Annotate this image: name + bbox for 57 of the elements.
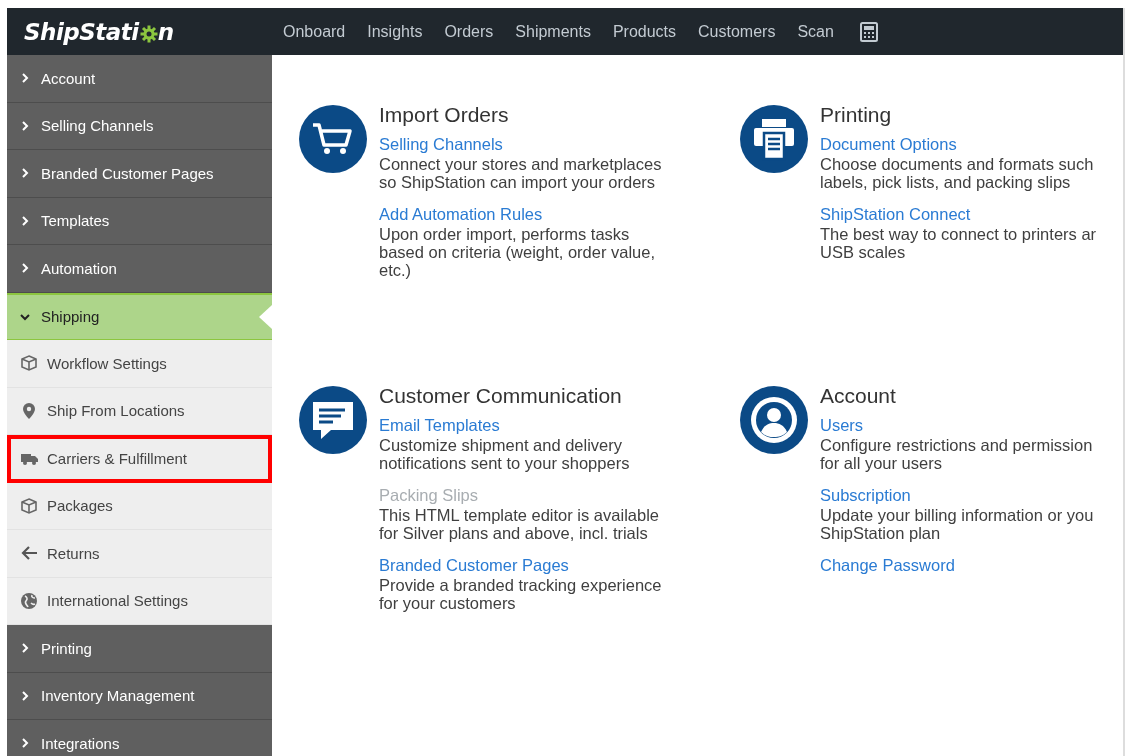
settings-link[interactable]: Document Options [820, 135, 957, 154]
section-title: Account [820, 384, 897, 408]
link-description: Upon order import, performs tasks based on criteria (weight, order value, etc.) [379, 225, 657, 279]
nav-link[interactable]: Insights [367, 22, 423, 41]
box-icon [21, 497, 37, 514]
chevron-right-icon [20, 215, 30, 226]
chevron-down-icon [20, 311, 30, 322]
nav-link[interactable]: Onboard [283, 22, 346, 41]
link-description: Customize shipment and delivery notifications sent to your shoppers [379, 436, 631, 472]
settings-link[interactable]: ShipStation Connect [820, 205, 971, 224]
nav-link[interactable]: Shipments [515, 22, 591, 41]
chevron-right-icon [20, 690, 30, 701]
sidebar-item[interactable]: Shipping [7, 292, 272, 340]
sidebar-subitem[interactable]: Returns [7, 530, 272, 578]
chevron-right-icon [20, 263, 30, 274]
printer-icon [740, 105, 808, 173]
chevron-right-icon [20, 738, 30, 749]
chevron-right-icon [20, 120, 30, 131]
link-description: Connect your stores and marketplaces so ShipStation can import your orders [379, 155, 662, 191]
sidebar-subitem[interactable]: Ship From Locations [7, 387, 272, 435]
box-icon [21, 355, 37, 372]
sidebar-subitem[interactable]: Carriers & Fulfillment [7, 435, 272, 483]
speech-bubble-icon [299, 386, 367, 454]
link-description: Provide a branded tracking experience for your customers [379, 576, 662, 612]
user-icon [740, 386, 808, 454]
section-title: Import Orders [379, 103, 510, 127]
sidebar-subitem[interactable]: International Settings [7, 577, 272, 625]
map-pin-icon [23, 402, 35, 419]
nav-link[interactable]: Scan [797, 22, 834, 41]
settings-link[interactable]: Branded Customer Pages [379, 556, 569, 575]
link-description: The best way to connect to printers ar USB scales [820, 225, 1097, 261]
settings-link[interactable]: Subscription [820, 486, 911, 505]
nav-link[interactable]: Products [612, 22, 677, 41]
cart-icon [299, 105, 367, 173]
link-description: Configure restrictions and permission for all your users [820, 436, 1094, 472]
globe-icon [21, 592, 37, 609]
chevron-right-icon [20, 643, 30, 654]
sidebar-subitem[interactable]: Workflow Settings [7, 340, 272, 388]
sidebar-subitem[interactable]: Packages [7, 482, 272, 530]
settings-link[interactable]: Users [820, 416, 864, 435]
calculator-icon[interactable] [859, 21, 878, 42]
nav-link[interactable]: Orders [444, 22, 494, 41]
settings-link[interactable]: Add Automation Rules [379, 205, 543, 224]
link-description: Update your billing information or you ShipStation plan [820, 506, 1094, 542]
shipstation-logo[interactable]: ShipStati n [7, 18, 272, 45]
truck-icon [20, 451, 38, 465]
section-title: Printing [820, 103, 893, 127]
settings-link[interactable]: Selling Channels [379, 135, 503, 154]
link-description: Choose documents and formats such labels, pick lists, and packing slips [820, 155, 1095, 191]
settings-link[interactable]: Change Password [820, 556, 955, 575]
section-title: Customer Communication [379, 384, 623, 408]
arrow-left-icon [20, 546, 38, 561]
chevron-right-icon [20, 168, 30, 179]
chevron-right-icon [20, 73, 30, 84]
link-description: This HTML template editor is available for Silver plans and above, incl. trials [379, 506, 660, 542]
settings-link[interactable]: Email Templates [379, 416, 500, 435]
nav-link[interactable]: Customers [698, 22, 776, 41]
